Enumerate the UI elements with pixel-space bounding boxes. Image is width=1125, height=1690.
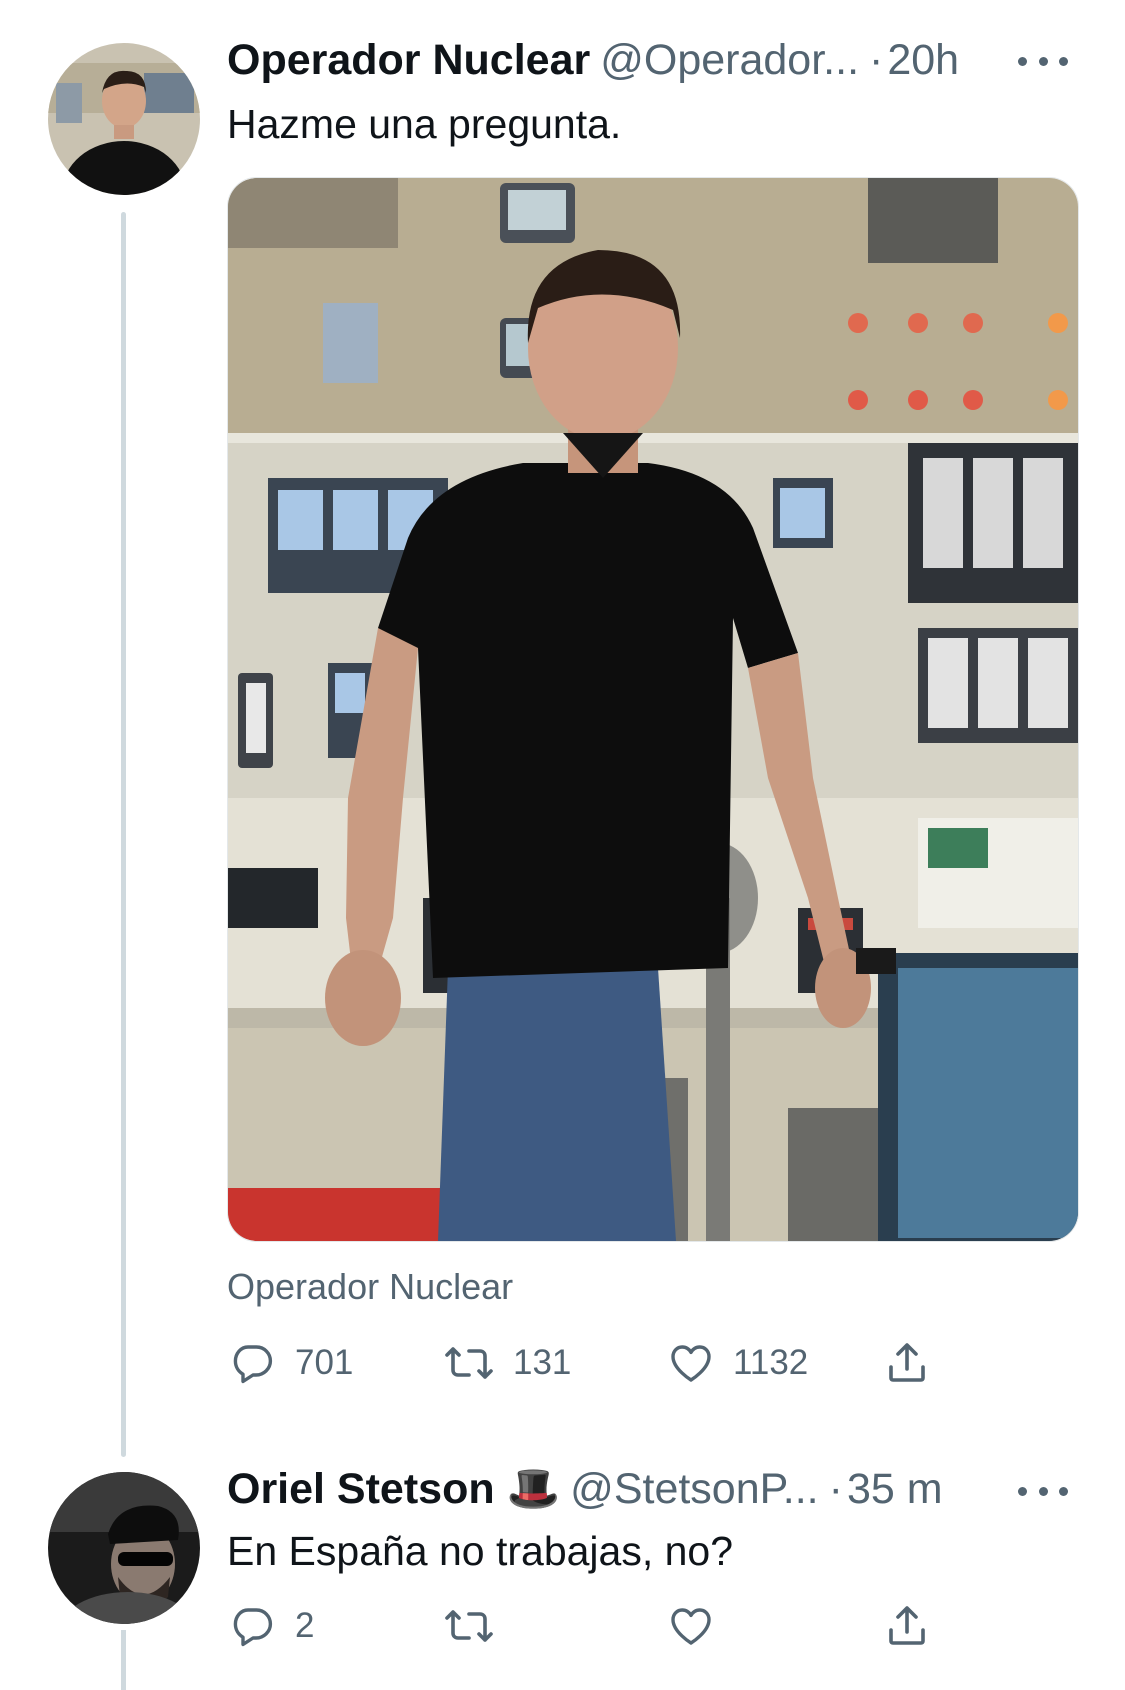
- thread-line-continuation: [121, 1630, 126, 1690]
- reply-icon: [233, 1345, 273, 1384]
- like-button[interactable]: 1132: [667, 1339, 808, 1387]
- separator: ·: [869, 36, 884, 84]
- reply-button[interactable]: 701: [229, 1339, 353, 1387]
- reply-count: 2: [295, 1606, 315, 1645]
- retweet-icon: [445, 1347, 493, 1379]
- author-handle[interactable]: @Operador...: [600, 34, 859, 86]
- tweet-image[interactable]: [227, 177, 1079, 1242]
- reply-timestamp[interactable]: 35 m: [847, 1463, 943, 1515]
- more-options-icon[interactable]: [1018, 1481, 1068, 1501]
- reply-button[interactable]: 2: [229, 1602, 314, 1650]
- reply-header: Oriel Stetson 🎩 @StetsonP... · 35 m: [227, 1463, 943, 1515]
- more-options-icon[interactable]: [1018, 51, 1068, 71]
- like-count: 1132: [733, 1343, 809, 1382]
- share-icon: [889, 1343, 925, 1382]
- reply-count: 701: [295, 1343, 354, 1382]
- avatar[interactable]: [48, 43, 200, 195]
- tweet-actions: 701 131 1132: [227, 1339, 947, 1399]
- share-button[interactable]: [883, 1602, 931, 1650]
- timestamp[interactable]: 20h: [887, 34, 959, 86]
- image-attribution[interactable]: Operador Nuclear: [227, 1266, 513, 1308]
- reply-actions: 2: [227, 1602, 947, 1662]
- share-button[interactable]: [883, 1339, 931, 1387]
- reply-text: En España no trabajas, no?: [227, 1528, 734, 1574]
- reply-author-name[interactable]: Oriel Stetson: [227, 1463, 495, 1515]
- reply-avatar[interactable]: [48, 1472, 200, 1624]
- separator: ·: [828, 1465, 843, 1513]
- retweet-icon: [445, 1610, 493, 1642]
- share-icon: [889, 1606, 925, 1645]
- thread-line: [121, 212, 126, 1457]
- retweet-button[interactable]: [443, 1602, 513, 1650]
- reply-icon: [233, 1608, 273, 1647]
- author-name[interactable]: Operador Nuclear: [227, 34, 590, 86]
- heart-icon: [671, 1608, 711, 1645]
- top-hat-emoji: 🎩: [506, 1465, 561, 1513]
- tweet-header: Operador Nuclear @Operador... · 20h: [227, 34, 959, 86]
- reply-author-handle[interactable]: @StetsonP...: [570, 1463, 818, 1515]
- like-button[interactable]: [667, 1602, 733, 1650]
- retweet-button[interactable]: 131: [443, 1339, 571, 1387]
- retweet-count: 131: [513, 1343, 572, 1382]
- heart-icon: [671, 1345, 711, 1382]
- tweet-text: Hazme una pregunta.: [227, 101, 622, 147]
